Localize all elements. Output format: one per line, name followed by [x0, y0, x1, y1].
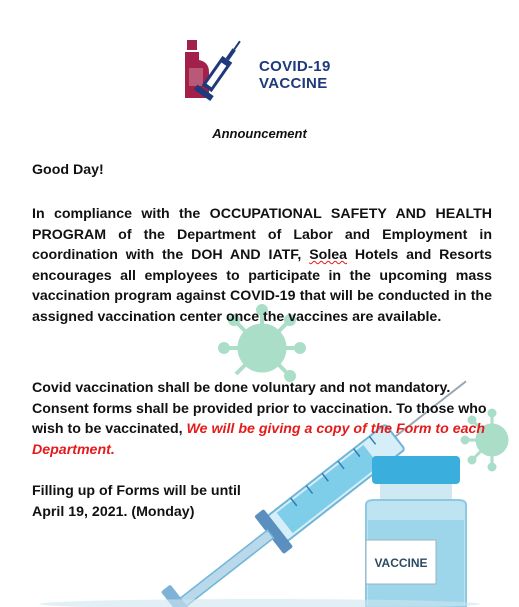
deadline-line-2: April 19, 2021. (Monday)	[32, 503, 195, 520]
company-name: Solea	[309, 247, 348, 263]
logo-line-1: COVID-19	[259, 58, 331, 75]
covid-vaccine-logo: COVID-19 VACCINE	[183, 38, 343, 108]
greeting: Good Day!	[32, 162, 104, 178]
syringe-vial-icon	[185, 40, 241, 102]
logo-text: COVID-19 VACCINE	[259, 58, 331, 92]
compliance-paragraph: In compliance with the OCCUPATIONAL SAFE…	[32, 204, 492, 327]
vaccine-vial-icon: VACCINE	[365, 456, 467, 607]
page-title: Announcement	[212, 126, 307, 141]
vial-label: VACCINE	[374, 556, 427, 570]
logo-line-2: VACCINE	[259, 75, 328, 92]
deadline-line-1: Filling up of Forms will be until	[32, 483, 241, 499]
announcement-page: VACCINE COVID-19 VACCINE Announcement Go…	[0, 0, 519, 607]
vaccination-paragraph: Covid vaccination shall be done voluntar…	[32, 378, 492, 460]
deadline-paragraph: Filling up of Forms will be until April …	[32, 481, 492, 522]
